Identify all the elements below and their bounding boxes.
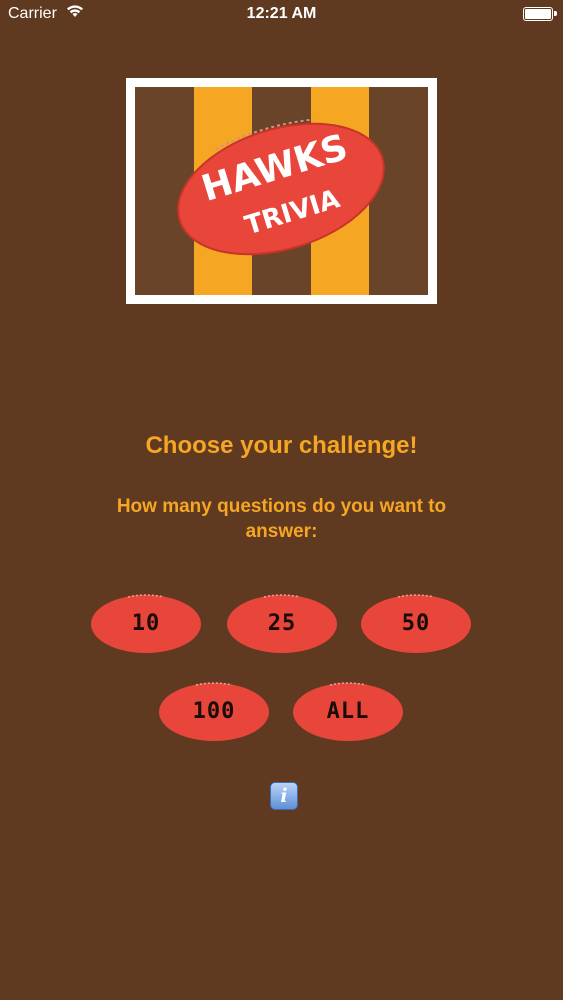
question-count-prompt: How many questions do you want to answer… <box>116 496 447 542</box>
logo-background: HAWKS TRIVIA <box>135 87 428 295</box>
option-label: 25 <box>267 610 297 636</box>
battery-icon <box>523 7 557 21</box>
option-label: ALL <box>326 698 370 724</box>
info-icon: i <box>280 785 288 807</box>
status-bar: Carrier 12:21 AM <box>0 0 563 30</box>
option-label: 50 <box>401 610 431 636</box>
option-10-button[interactable]: 10 <box>90 592 202 654</box>
page-title: Choose your challenge! <box>145 432 418 459</box>
option-label: 100 <box>192 698 236 724</box>
clock: 12:21 AM <box>246 5 317 22</box>
info-button[interactable]: i <box>270 782 298 810</box>
option-25-button[interactable]: 25 <box>226 592 338 654</box>
option-all-button[interactable]: ALL <box>292 680 404 742</box>
app-logo: HAWKS TRIVIA <box>126 78 437 304</box>
option-50-button[interactable]: 50 <box>360 592 472 654</box>
football-icon: HAWKS TRIVIA <box>177 118 385 256</box>
option-100-button[interactable]: 100 <box>158 680 270 742</box>
option-label: 10 <box>131 610 161 636</box>
